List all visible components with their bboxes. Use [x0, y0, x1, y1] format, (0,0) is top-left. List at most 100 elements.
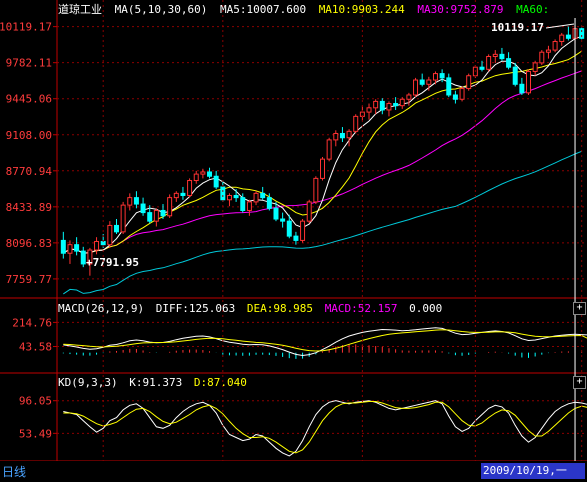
candle-body [260, 192, 266, 199]
candle-body [532, 62, 538, 72]
macd-expand-icon[interactable]: + [573, 302, 586, 315]
current-date-box: 2009/10/19,一 [481, 463, 585, 479]
macd-axis-label: 43.58 [19, 341, 52, 354]
candle-body [153, 209, 159, 222]
ma5-value: MA5:10007.600 [219, 3, 307, 16]
candle-body [133, 197, 139, 205]
kd-axis-label: 53.49 [19, 427, 52, 440]
candle-body [373, 100, 379, 109]
period-tab-daily[interactable]: 日线 [2, 463, 26, 480]
kd-k-value: K:91.373 [129, 376, 183, 389]
candle-body [293, 235, 299, 241]
price-axis-label: 8096.83 [6, 237, 52, 250]
candle-body [313, 177, 319, 203]
ma60-value: MA60: [516, 3, 550, 16]
candle-body [207, 171, 213, 177]
candle-body [406, 94, 412, 100]
macd-zero-value: 0.000 [409, 302, 443, 315]
macd-diff-value: DIFF:125.063 [155, 302, 236, 315]
macd-axis-label: 214.76 [12, 316, 52, 329]
candle-body [459, 88, 465, 100]
kd-d-value: D:87.040 [193, 376, 247, 389]
candle-body [526, 70, 532, 94]
price-axis-label: 9108.00 [6, 129, 52, 142]
candle-body [379, 100, 385, 111]
candle-body [213, 175, 219, 188]
price-axis-label: 7759.77 [6, 273, 52, 286]
candle-body [446, 77, 452, 96]
candle-body [466, 75, 472, 90]
price-pane-header: 道琼工业 MA(5,10,30,60) MA5:10007.600 MA10:9… [58, 2, 555, 17]
candle-body [306, 201, 312, 222]
candle-body [506, 58, 512, 68]
candle-body [432, 73, 438, 81]
candle-body [512, 66, 518, 85]
macd-bar-value: MACD:52.157 [324, 302, 398, 315]
candle-body [479, 66, 485, 70]
candle-body [393, 103, 399, 107]
candle-body [74, 244, 80, 252]
chart-canvas[interactable]: 10119.17 9782.11 9445.06 9108.00 8770.94 8433… [0, 0, 587, 482]
candle-body [80, 250, 86, 265]
price-axis-label: 8770.94 [6, 165, 53, 178]
candle-body [60, 239, 66, 254]
ma-params: MA(5,10,30,60) [114, 3, 208, 16]
candle-body [200, 171, 206, 175]
candle-body [246, 201, 252, 211]
candle-body [339, 132, 345, 139]
kd-d-line [63, 401, 587, 454]
candle-body [419, 79, 425, 85]
candle-body [539, 51, 545, 64]
candle-body [452, 94, 458, 100]
candle-body [280, 218, 286, 222]
candle-body [326, 139, 332, 160]
candle-body [426, 79, 432, 85]
candle-body [300, 220, 306, 241]
macd-params: MACD(26,12,9) [58, 302, 145, 315]
ma30-value: MA30:9752.879 [417, 3, 504, 16]
candle-body [366, 107, 372, 113]
price-axis-label: 10119.17 [0, 21, 52, 34]
stock-chart-window: 10119.17 9782.11 9445.06 9108.00 8770.94 8433… [0, 0, 587, 482]
candle-body [147, 212, 153, 222]
candle-body [346, 130, 352, 139]
candle-body [187, 180, 193, 196]
price-axis-label: 9445.06 [6, 93, 52, 106]
candle-body [113, 224, 119, 233]
candle-body [333, 132, 339, 141]
candle-body [167, 197, 173, 217]
candle-body [193, 173, 199, 182]
candle-body [127, 197, 133, 206]
candle-body [233, 194, 239, 199]
candle-body [499, 53, 505, 60]
candle-body [120, 204, 126, 233]
candle-body [552, 41, 558, 51]
macd-dea-value: DEA:98.985 [246, 302, 314, 315]
candle-body [107, 224, 113, 246]
candle-body [180, 192, 186, 196]
candle-body [353, 115, 359, 132]
price-axis-label: 8433.89 [6, 201, 52, 214]
candle-body [492, 53, 498, 57]
high-marker-pointer [545, 23, 575, 29]
candle-body [67, 244, 73, 254]
candle-body [320, 158, 325, 179]
kd-params: KD(9,3,3) [58, 376, 118, 389]
stock-name: 道琼工业 [58, 3, 102, 16]
candle-body [559, 34, 565, 43]
low-price-marker: +7791.95 [86, 256, 139, 269]
candle-body [386, 103, 392, 111]
ma10-value: MA10:9903.244 [318, 3, 405, 16]
candle-body [286, 220, 292, 237]
candle-body [519, 83, 525, 94]
candle-body [240, 197, 246, 211]
price-axis-label: 9782.11 [6, 57, 52, 70]
candle-body [160, 209, 166, 217]
candle-body [140, 203, 146, 214]
kd-expand-icon[interactable]: + [573, 376, 586, 389]
candle-body [220, 186, 226, 201]
kd-pane-header: KD(9,3,3) K:91.373 D:87.040 [58, 376, 252, 390]
candle-body [439, 73, 445, 79]
high-price-marker: 10119.17 [491, 21, 544, 34]
candle-body [94, 240, 100, 251]
